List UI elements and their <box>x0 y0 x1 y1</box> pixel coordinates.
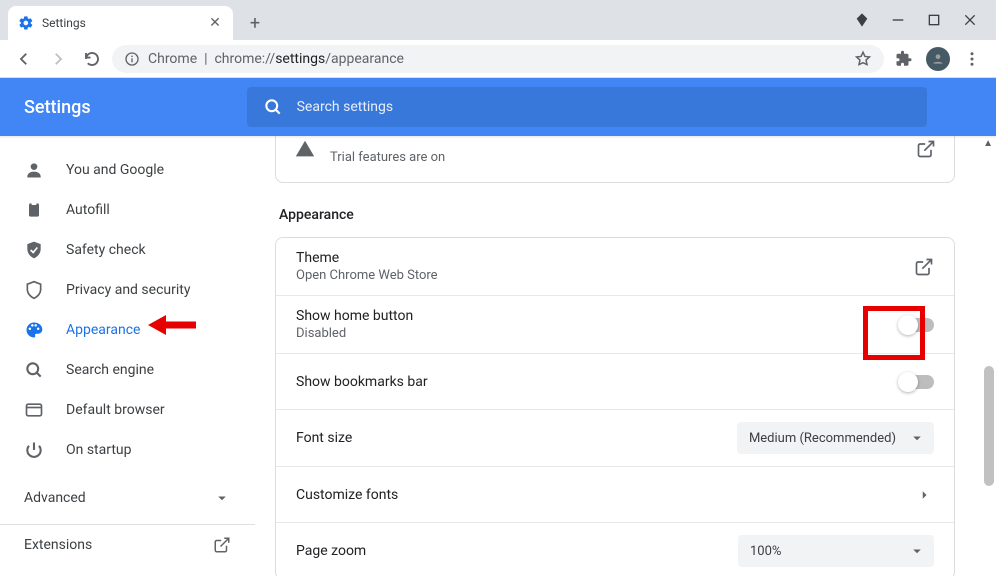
browser-icon <box>24 400 44 420</box>
open-external-icon <box>213 536 231 554</box>
sidebar-extensions[interactable]: Extensions <box>0 524 255 564</box>
sidebar-item-you-and-google[interactable]: You and Google <box>0 150 255 190</box>
banner-text: Trial features are on <box>330 150 445 165</box>
power-icon <box>24 440 44 460</box>
chevron-right-icon <box>916 486 934 504</box>
sidebar-section-label: Extensions <box>24 537 92 553</box>
reload-button[interactable] <box>78 45 106 73</box>
row-page-zoom: Page zoom 100% <box>276 523 954 576</box>
person-icon <box>24 160 44 180</box>
toggle-show-bookmarks-bar[interactable] <box>900 375 934 389</box>
settings-search[interactable] <box>247 87 927 127</box>
appearance-card: Theme Open Chrome Web Store Show home bu… <box>275 237 955 576</box>
row-sublabel: Open Chrome Web Store <box>296 268 438 283</box>
sidebar-item-autofill[interactable]: Autofill <box>0 190 255 230</box>
open-external-icon[interactable] <box>916 139 936 159</box>
sidebar-advanced[interactable]: Advanced <box>0 478 255 518</box>
search-icon <box>263 97 283 117</box>
sidebar-item-label: You and Google <box>66 162 164 178</box>
new-tab-button[interactable]: + <box>241 9 269 37</box>
clipboard-icon <box>24 200 44 220</box>
row-label: Font size <box>296 430 352 446</box>
tab-close-icon[interactable]: ✕ <box>207 15 223 31</box>
sidebar-item-label: Default browser <box>66 402 165 418</box>
select-value: Medium (Recommended) <box>749 431 896 446</box>
settings-header: Settings <box>0 78 996 136</box>
warning-icon <box>294 138 316 160</box>
row-label: Theme <box>296 250 438 266</box>
select-page-zoom[interactable]: 100% <box>738 535 934 567</box>
chevron-down-icon <box>213 489 231 507</box>
sidebar-item-label: Appearance <box>66 322 140 338</box>
window-minimize-button[interactable] <box>890 12 906 28</box>
section-title: Appearance <box>279 207 955 223</box>
row-font-size: Font size Medium (Recommended) <box>276 410 954 467</box>
site-info-icon[interactable] <box>124 51 140 67</box>
sidebar-item-label: Search engine <box>66 362 154 378</box>
tab-title: Settings <box>42 16 199 30</box>
settings-title: Settings <box>24 97 91 118</box>
settings-main: Trial features are on Appearance Theme O… <box>255 136 996 576</box>
extensions-button[interactable] <box>890 45 918 73</box>
sidebar-item-appearance[interactable]: Appearance <box>0 310 255 350</box>
scrollbar-thumb[interactable] <box>984 366 994 486</box>
select-font-size[interactable]: Medium (Recommended) <box>737 422 934 454</box>
row-label: Page zoom <box>296 543 366 559</box>
row-label: Customize fonts <box>296 487 398 503</box>
back-button[interactable] <box>10 45 38 73</box>
search-icon <box>24 360 44 380</box>
chevron-down-icon <box>908 429 926 447</box>
url-text: Chrome | chrome://settings/appearance <box>148 51 404 67</box>
browser-toolbar: Chrome | chrome://settings/appearance <box>0 40 996 78</box>
sidebar-item-search-engine[interactable]: Search engine <box>0 350 255 390</box>
settings-gear-icon <box>18 15 34 31</box>
row-sublabel: Disabled <box>296 326 413 341</box>
chevron-down-icon <box>908 542 926 560</box>
incognito-indicator-icon <box>854 12 870 28</box>
sidebar-item-label: Autofill <box>66 202 110 218</box>
shield-check-icon <box>24 240 44 260</box>
sidebar-item-label: Safety check <box>66 242 146 258</box>
bookmark-star-icon[interactable] <box>854 50 872 68</box>
sidebar-item-label: On startup <box>66 442 132 458</box>
forward-button[interactable] <box>44 45 72 73</box>
sidebar-item-safety-check[interactable]: Safety check <box>0 230 255 270</box>
open-external-icon[interactable] <box>914 257 934 277</box>
address-bar[interactable]: Chrome | chrome://settings/appearance <box>112 45 884 73</box>
scrollbar-up-arrow[interactable]: ▲ <box>983 138 993 149</box>
row-show-bookmarks-bar: Show bookmarks bar <box>276 354 954 410</box>
select-value: 100% <box>750 544 781 559</box>
trial-features-banner[interactable]: Trial features are on <box>275 136 955 183</box>
row-customize-fonts[interactable]: Customize fonts <box>276 467 954 523</box>
row-label: Show home button <box>296 308 413 324</box>
sidebar-item-label: Privacy and security <box>66 282 190 298</box>
settings-search-input[interactable] <box>297 99 911 115</box>
row-label: Show bookmarks bar <box>296 374 428 390</box>
toggle-show-home-button[interactable] <box>900 318 934 332</box>
window-close-button[interactable] <box>962 12 978 28</box>
sidebar-item-on-startup[interactable]: On startup <box>0 430 255 470</box>
menu-button[interactable] <box>958 45 986 73</box>
window-maximize-button[interactable] <box>926 12 942 28</box>
shield-icon <box>24 280 44 300</box>
profile-button[interactable] <box>924 45 952 73</box>
sidebar-item-privacy-security[interactable]: Privacy and security <box>0 270 255 310</box>
sidebar-item-default-browser[interactable]: Default browser <box>0 390 255 430</box>
sidebar-section-label: Advanced <box>24 490 86 506</box>
window-titlebar: Settings ✕ + <box>0 0 996 40</box>
row-show-home-button: Show home button Disabled <box>276 296 954 354</box>
settings-sidebar: You and Google Autofill Safety check Pri… <box>0 136 255 576</box>
palette-icon <box>24 320 44 340</box>
browser-tab[interactable]: Settings ✕ <box>8 6 233 40</box>
row-theme[interactable]: Theme Open Chrome Web Store <box>276 238 954 296</box>
